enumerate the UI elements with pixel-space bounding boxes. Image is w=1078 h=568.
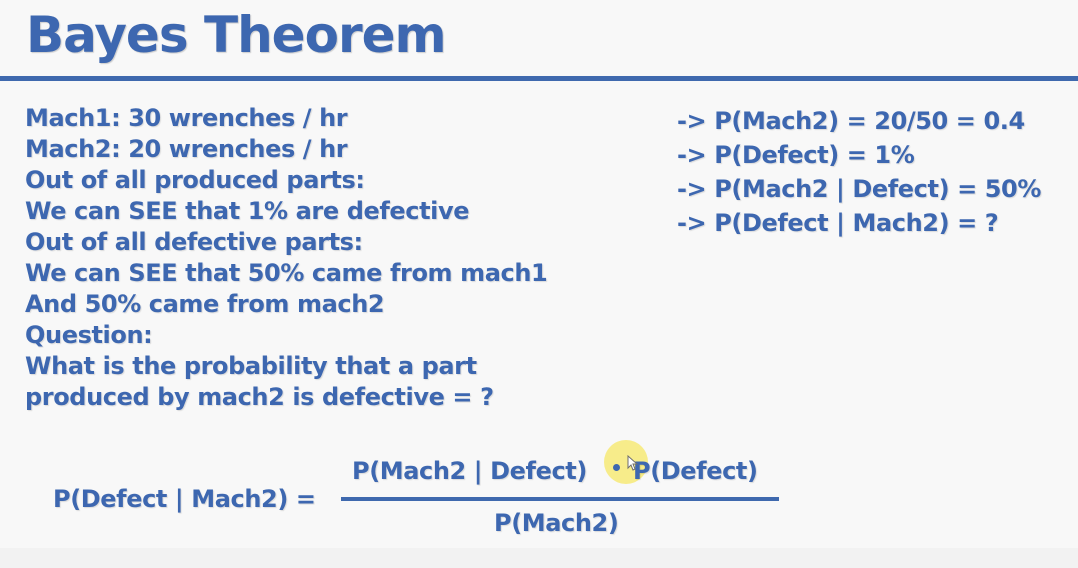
probability-list: -> P(Mach2) = 20/50 = 0.4 -> P(Defect) =… (677, 104, 1072, 240)
statement-line: Question: (25, 321, 153, 349)
statement-line: And 50% came from mach2 (25, 290, 385, 318)
formula-denominator: P(Mach2) (494, 509, 619, 537)
slide-title: Bayes Theorem (26, 6, 447, 64)
statement-line: Mach1: 30 wrenches / hr (25, 104, 348, 132)
probability-line: -> P(Defect) = 1% (677, 141, 915, 169)
title-divider (0, 76, 1078, 81)
probability-line: -> P(Mach2) = 20/50 = 0.4 (677, 107, 1025, 135)
statement-line: What is the probability that a part (25, 352, 477, 380)
statement-line: We can SEE that 1% are defective (25, 197, 470, 225)
problem-statement: Mach1: 30 wrenches / hr Mach2: 20 wrench… (25, 103, 665, 413)
formula-numerator-right: P(Defect) (633, 457, 758, 485)
probability-line: -> P(Mach2 | Defect) = 50% (677, 175, 1042, 203)
statement-line: Out of all produced parts: (25, 166, 365, 194)
slide: Bayes Theorem Mach1: 30 wrenches / hr Ma… (0, 0, 1078, 568)
statement-line: Mach2: 20 wrenches / hr (25, 135, 348, 163)
formula-left-side: P(Defect | Mach2) = (53, 485, 316, 513)
statement-line: produced by mach2 is defective = ? (25, 383, 494, 411)
bottom-band (0, 548, 1078, 568)
statement-line: Out of all defective parts: (25, 228, 363, 256)
statement-line: We can SEE that 50% came from mach1 (25, 259, 548, 287)
fraction-bar (341, 497, 779, 501)
multiplication-dot (613, 464, 620, 471)
probability-line: -> P(Defect | Mach2) = ? (677, 209, 999, 237)
mouse-pointer-icon (627, 455, 639, 471)
formula-numerator-left: P(Mach2 | Defect) (352, 457, 587, 485)
